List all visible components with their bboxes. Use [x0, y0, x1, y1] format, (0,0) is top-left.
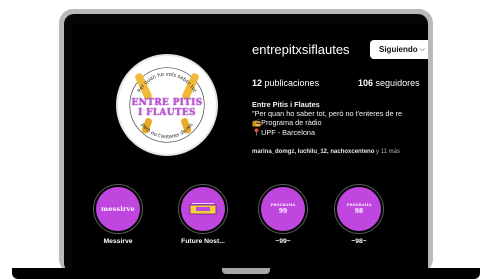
logo-title: ENTRE PITIS I FLAUTES	[126, 98, 208, 118]
following-button[interactable]: Siguiendo ⌵	[370, 40, 428, 59]
location-pin-icon: 📍	[252, 127, 262, 137]
highlight-cover: messirve	[96, 187, 140, 231]
highlight-label: ~99~	[275, 238, 291, 245]
profile-bio: Entre Pitis i Flautes "Per quan ho saber…	[252, 100, 428, 137]
laptop-notch	[222, 268, 270, 274]
followed-by-more: y 11 más	[374, 149, 400, 155]
display-name: Entre Pitis i Flautes	[252, 100, 320, 109]
bio-program: Programa de ràdio	[261, 118, 322, 128]
profile-username: entrepitxsiflautes	[252, 42, 350, 57]
highlight-98[interactable]: PROGRAMA 98 ~98~	[328, 184, 390, 245]
highlight-label: Messirve	[103, 238, 133, 245]
highlight-99[interactable]: PROGRAMA 99 ~99~	[252, 184, 314, 245]
cassette-icon	[189, 203, 217, 215]
posts-label: publicaciones	[264, 78, 320, 88]
chevron-down-icon: ⌵	[419, 45, 425, 53]
highlight-label: ~98~	[351, 238, 367, 245]
following-button-label: Siguiendo	[379, 45, 418, 54]
highlight-label: Future Nost...	[181, 238, 225, 245]
highlight-cover-caption: PROGRAMA	[346, 203, 372, 207]
posts-count: 12	[252, 78, 263, 88]
highlight-cover-text: messirve	[101, 205, 135, 213]
profile-avatar[interactable]: Per quan ho vols saber tot però no t'ent…	[116, 54, 218, 156]
highlight-cover	[181, 187, 225, 231]
posts-stat: 12 publicaciones	[252, 78, 319, 88]
highlight-ring	[178, 184, 228, 234]
logo-title-line2: I FLAUTES	[138, 108, 196, 118]
logo-title-line1: ENTRE PITIS	[131, 98, 203, 108]
followers-label: seguidores	[375, 78, 420, 88]
bio-location: UPF - Barcelona	[261, 127, 316, 137]
followers-stat[interactable]: 106 seguidores	[358, 78, 420, 88]
highlight-cover: PROGRAMA 98	[337, 187, 381, 231]
highlight-cover-number: 99	[278, 208, 288, 215]
followed-by[interactable]: marina_domgz, luchilu_12, nachoxcenteno …	[252, 149, 400, 155]
highlight-ring: messirve	[93, 184, 143, 234]
highlight-messirve[interactable]: messirve Messirve	[87, 184, 149, 245]
highlight-cover-caption: PROGRAMA	[270, 203, 296, 207]
followers-count: 106	[358, 78, 374, 88]
highlight-ring: PROGRAMA 99	[258, 184, 308, 234]
followed-by-names: marina_domgz, luchilu_12, nachoxcenteno	[252, 149, 375, 155]
radio-icon: 📻	[252, 118, 262, 128]
instagram-profile-screen: Per quan ho vols saber tot però no t'ent…	[72, 24, 428, 268]
highlight-cover: PROGRAMA 99	[261, 187, 305, 231]
highlight-cover-number: 98	[354, 208, 364, 215]
bio-quote: "Per quan ho saber tot, però no t'entere…	[252, 109, 403, 119]
highlight-future-nostalgia[interactable]: Future Nost...	[172, 184, 234, 245]
highlight-ring: PROGRAMA 98	[334, 184, 384, 234]
